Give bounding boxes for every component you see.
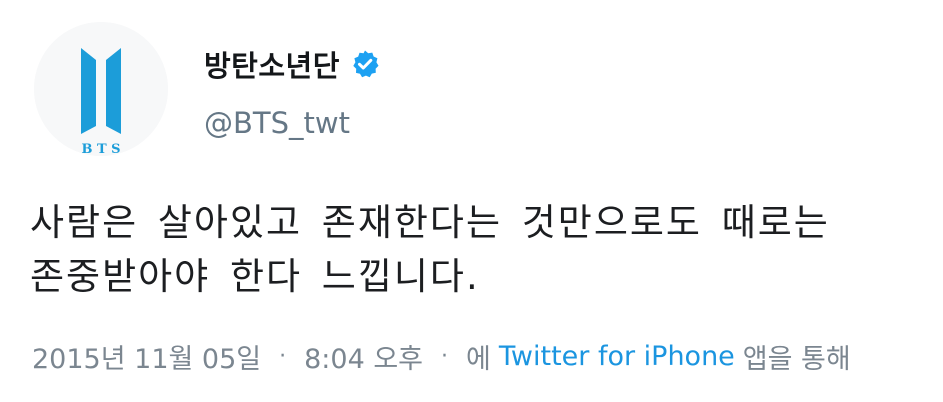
tweet-time[interactable]: 8:04 오후: [304, 337, 423, 376]
via-suffix: 앱을 통해: [742, 343, 851, 375]
meta-separator: ·: [279, 343, 287, 369]
user-handle[interactable]: @BTS_twt: [204, 106, 350, 140]
tweet-text: 사람은 살아있고 존재한다는 것만으로도 때로는 존중받아야 한다 느낍니다.: [30, 201, 830, 298]
display-name[interactable]: 방탄소년단: [204, 43, 340, 85]
author-row: 방탄소년단: [204, 44, 380, 84]
via-prefix: 에: [466, 343, 491, 375]
tweet-card: B T S 방탄소년단 @BTS_twt 사람은 살아있고 존재한다는 것만으로…: [0, 0, 943, 402]
tweet-date[interactable]: 2015년 11월 05일: [32, 337, 261, 376]
logo-wordmark: B T S: [81, 142, 120, 156]
source-link[interactable]: Twitter for iPhone: [499, 341, 735, 372]
tweet-meta: 2015년 11월 05일 · 8:04 오후 · 에 Twitter for …: [32, 336, 851, 376]
avatar[interactable]: B T S: [34, 22, 168, 156]
verified-badge-icon: [350, 49, 380, 79]
bts-logo-icon: B T S: [34, 22, 168, 156]
meta-separator: ·: [441, 343, 449, 369]
